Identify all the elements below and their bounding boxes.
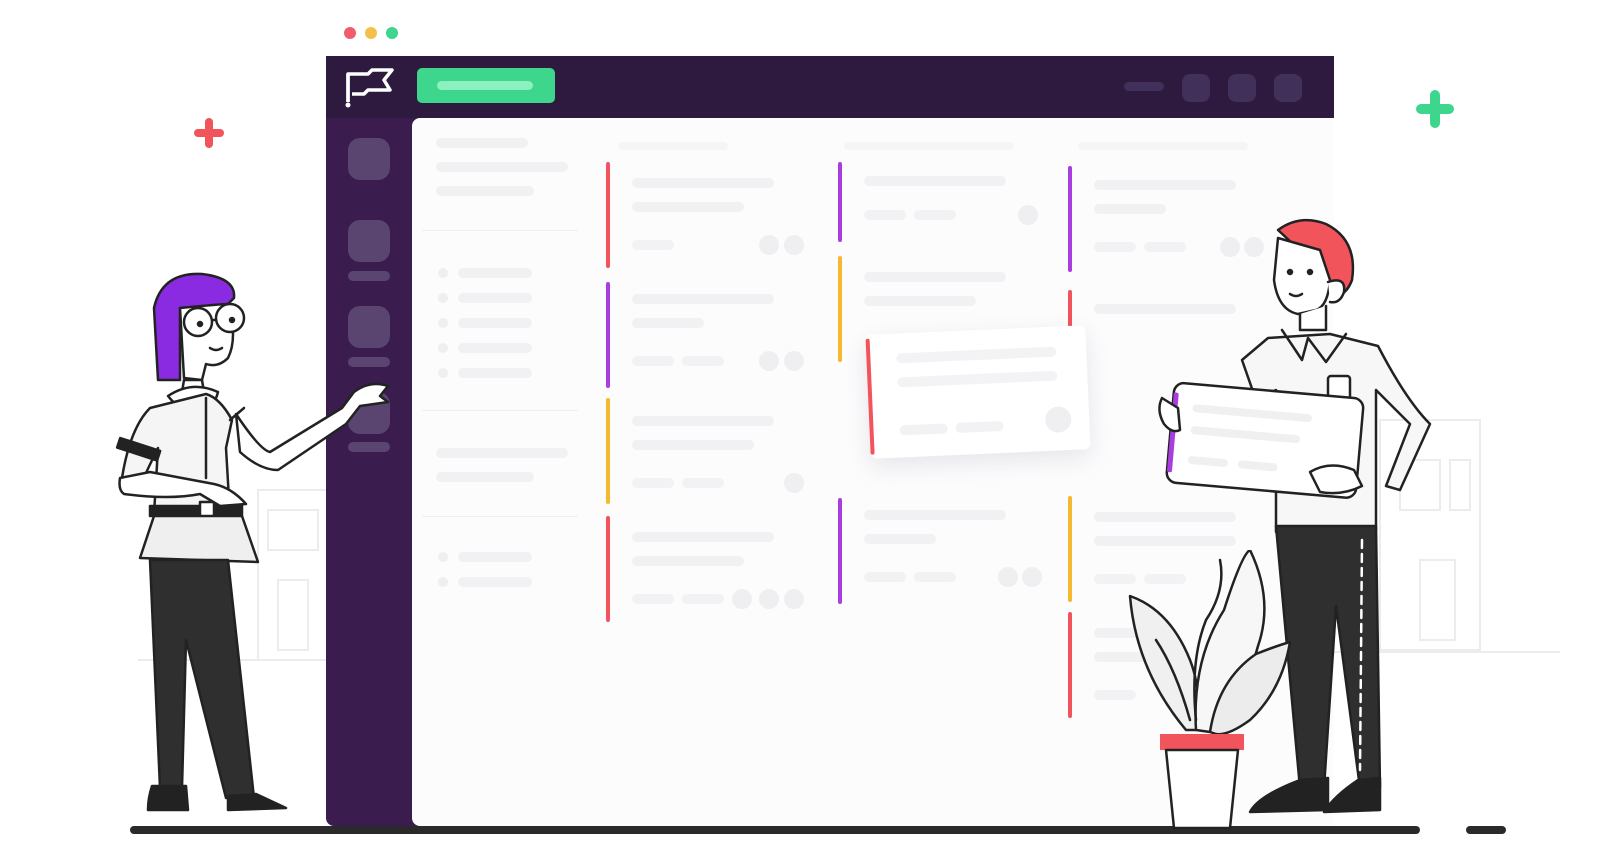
nav-divider [422, 516, 578, 517]
card-tag [1094, 242, 1136, 252]
window-maximize-dot[interactable] [386, 27, 398, 39]
card-accent [606, 162, 610, 268]
woman-illustration [115, 272, 390, 812]
nav-section-title [436, 448, 568, 458]
column-3-header [1078, 142, 1248, 150]
card-accent [1068, 290, 1072, 330]
nav-item-3[interactable] [458, 318, 532, 328]
nav-title [436, 138, 528, 148]
card-subtitle [632, 440, 754, 450]
card-accent [865, 338, 875, 455]
plus-red-icon [194, 118, 224, 148]
card-avatar [784, 351, 804, 371]
card-subtitle [897, 370, 1058, 388]
card-avatar [784, 589, 804, 609]
card-accent [606, 516, 610, 622]
profile-button[interactable] [1274, 74, 1302, 102]
nav-divider [422, 230, 578, 231]
card-title[interactable] [864, 272, 1006, 282]
card-avatar [1022, 567, 1042, 587]
card-tag [632, 478, 674, 488]
nav-bullet [438, 343, 448, 353]
card-accent [838, 256, 842, 362]
card-title[interactable] [632, 178, 774, 188]
card-accent [838, 498, 842, 604]
card-tag [955, 420, 1004, 434]
card-title[interactable] [632, 294, 774, 304]
help-button[interactable] [1228, 74, 1256, 102]
card-accent [606, 282, 610, 388]
card-tag [682, 478, 724, 488]
card-avatar [1018, 205, 1038, 225]
card-subtitle [864, 296, 976, 306]
card-tag [914, 210, 956, 220]
card-accent [1068, 612, 1072, 718]
card-title[interactable] [632, 532, 774, 542]
sidebar-workspace-2[interactable] [348, 220, 390, 262]
card-accent [606, 398, 610, 504]
plant-illustration [1128, 550, 1292, 830]
card-tag [864, 572, 906, 582]
card-avatar [1044, 405, 1072, 434]
card-title [896, 346, 1057, 364]
plus-green-icon [1416, 90, 1454, 128]
card-subtitle [632, 202, 744, 212]
card-accent [1068, 496, 1072, 602]
nav-item-1[interactable] [458, 268, 532, 278]
card-title[interactable] [864, 510, 1006, 520]
nav-bullet [438, 368, 448, 378]
card-avatar [759, 351, 779, 371]
card-accent [1068, 166, 1072, 272]
nav-item-5[interactable] [458, 368, 532, 378]
nav-divider [422, 410, 578, 411]
card-tag [914, 572, 956, 582]
card-tag [899, 423, 948, 436]
window-close-dot[interactable] [344, 27, 356, 39]
nav-item-2[interactable] [458, 293, 532, 303]
window-minimize-dot[interactable] [365, 27, 377, 39]
card-avatar [784, 235, 804, 255]
card-subtitle [632, 318, 704, 328]
notifications-button[interactable] [1182, 74, 1210, 102]
column-1-header [618, 142, 728, 150]
card-tag [632, 240, 674, 250]
card-title[interactable] [864, 176, 1006, 186]
nav-section-meta [436, 472, 534, 482]
card-tag [682, 594, 724, 604]
card-tag [632, 356, 674, 366]
nav-item-6[interactable] [458, 552, 532, 562]
card-tag [682, 356, 724, 366]
card-title[interactable] [1094, 180, 1236, 190]
nav-bullet [438, 268, 448, 278]
top-bar-search[interactable] [1124, 82, 1164, 91]
nav-bullet [438, 318, 448, 328]
card-avatar [759, 589, 779, 609]
card-subtitle [632, 556, 744, 566]
card-accent [838, 162, 842, 242]
nav-item-7[interactable] [458, 577, 532, 587]
nav-item-4[interactable] [458, 343, 532, 353]
card-avatar [759, 235, 779, 255]
sidebar-workspace-1[interactable] [348, 138, 390, 180]
card-tag [864, 210, 906, 220]
new-item-button-label [437, 81, 533, 90]
ground-line-segment [1466, 826, 1506, 834]
new-item-button[interactable] [417, 68, 555, 103]
dragged-card[interactable] [865, 325, 1091, 459]
card-avatar [998, 567, 1018, 587]
nav-bullet [438, 293, 448, 303]
card-avatar [784, 473, 804, 493]
nav-bullet [438, 552, 448, 562]
nav-meta [436, 186, 534, 196]
card-tag [632, 594, 674, 604]
card-avatar [732, 589, 752, 609]
column-2-header [844, 142, 1014, 150]
nav-bullet [438, 577, 448, 587]
card-title[interactable] [632, 416, 774, 426]
card-subtitle [864, 534, 936, 544]
top-bar [326, 56, 1334, 118]
flag-icon[interactable] [342, 68, 396, 108]
nav-subtitle [436, 162, 568, 172]
